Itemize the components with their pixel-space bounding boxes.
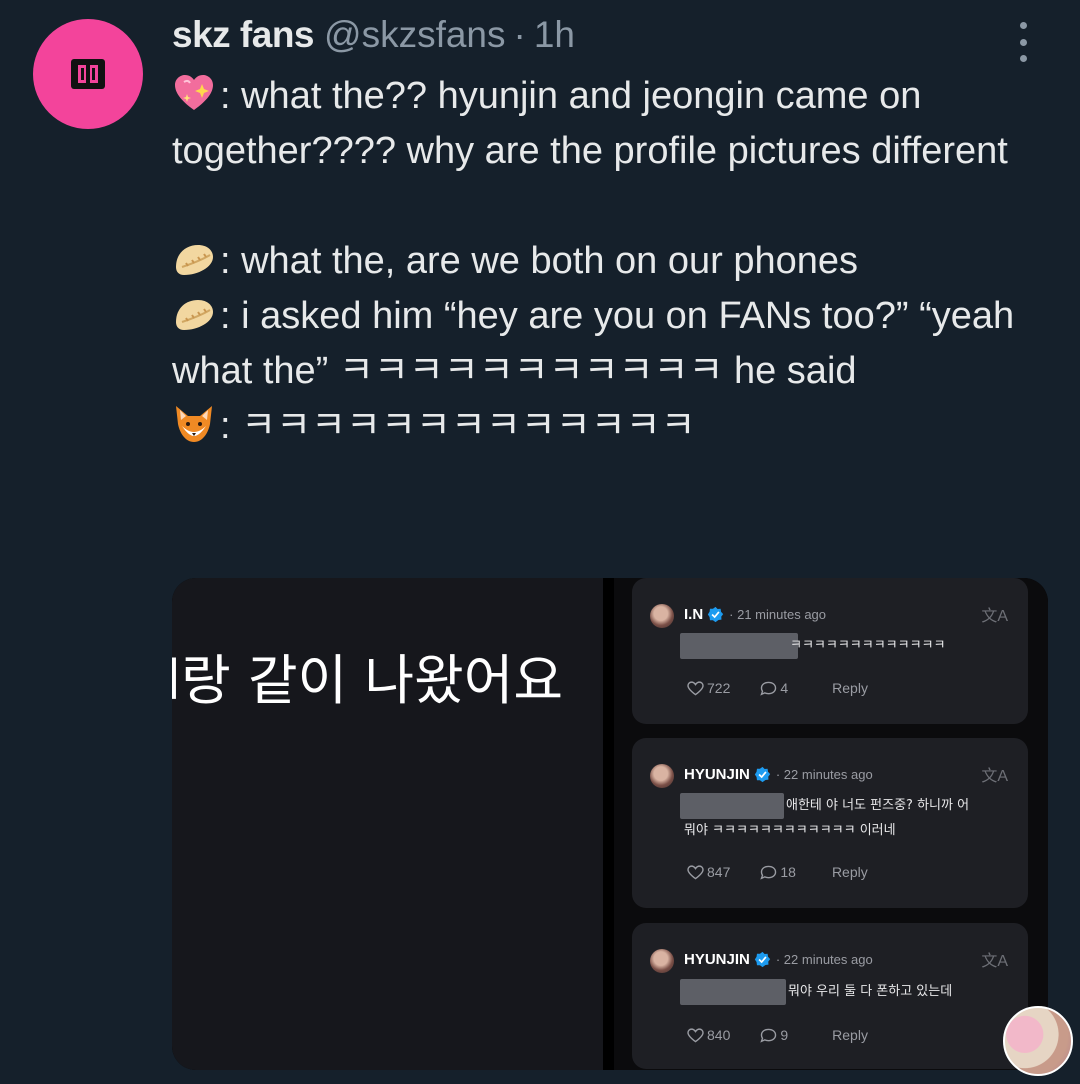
verified-badge-icon [754,951,771,968]
commenter-name: I.N · 21 minutes ago [684,606,826,623]
comment-body: 애한테 야 너도 펀즈중? 하니까 어 [786,793,969,818]
comment-line: 애한테 야 너도 펀즈중? 하니까 어 [786,798,970,813]
tweet-timestamp[interactable]: 1h [534,14,575,56]
like-button[interactable]: 722 [687,680,730,696]
tweet-media[interactable]: l랑 같이 나왔어요 I.N · 21 minutes ago 文A ㅋㅋㅋㅋㅋ… [172,578,1048,1070]
media-divider [603,578,614,1070]
commenter-name: HYUNJIN · 22 minutes ago [684,766,873,783]
reply-count-button[interactable]: 4 [760,680,788,696]
heart-icon [687,680,704,695]
fox-icon [172,402,216,446]
comment-time: · 22 minutes ago [775,952,873,967]
brand-logo-icon [71,59,105,89]
comment-card: HYUNJIN · 22 minutes ago 文A 뭐야 우리 둘 다 폰하… [632,923,1028,1069]
heart-icon [687,864,704,879]
commenter-username: HYUNJIN [684,951,750,968]
commenter-name: HYUNJIN · 22 minutes ago [684,951,873,968]
user-handle[interactable]: @skzsfans [324,14,506,56]
tweet-text: : what the?? hyunjin and jeongin came on… [172,69,1052,454]
comment-time: · 21 minutes ago [729,607,827,622]
comment-body: ㅋㅋㅋㅋㅋㅋㅋㅋㅋㅋㅋㅋㅋ [790,633,945,658]
commenter-username: I.N [684,606,704,623]
comment-card: I.N · 21 minutes ago 文A ㅋㅋㅋㅋㅋㅋㅋㅋㅋㅋㅋㅋㅋ 72… [632,578,1028,724]
like-button[interactable]: 840 [687,1027,730,1043]
reply-count: 9 [780,1027,789,1043]
image-caption-text: l랑 같이 나왔어요 [172,649,564,712]
tweet-paragraph: : what the, are we both on our phones [172,234,1052,289]
tweet-paragraph: : ㅋㅋㅋㅋㅋㅋㅋㅋㅋㅋㅋㅋㅋ [172,399,1052,454]
comment-actions: 722 4 Reply [687,680,868,696]
like-count: 847 [707,864,731,880]
tweet-paragraph-text: : i asked him “hey are you on FANs too?”… [172,295,1015,392]
sparkling-heart-icon [172,72,216,116]
comment-card: HYUNJIN · 22 minutes ago 文A 애한테 야 너도 펀즈중… [632,738,1028,908]
comment-actions: 847 18 Reply [687,864,868,880]
redacted-mention [680,793,784,819]
verified-badge-icon [754,766,771,783]
translate-icon[interactable]: 文A [981,947,1008,971]
translate-icon[interactable]: 文A [981,762,1008,786]
commenter-avatar [650,949,674,973]
verified-badge-icon [708,606,724,623]
tweet-paragraph-text: : what the, are we both on our phones [220,240,858,282]
commenter-avatar [650,764,674,788]
translate-icon[interactable]: 文A [981,602,1008,626]
reply-count: 18 [780,864,796,880]
comment-time: · 22 minutes ago [775,767,873,782]
heart-icon [687,1027,704,1042]
display-name[interactable]: skz fans [172,14,315,56]
tweet-paragraph: : i asked him “hey are you on FANs too?”… [172,289,1052,399]
comment-body: 뭐야 우리 둘 다 폰하고 있는데 [788,979,952,1004]
header-separator: · [513,14,526,55]
more-options-icon[interactable] [1010,22,1036,62]
redacted-mention [680,633,798,659]
dumpling-icon [172,237,216,281]
reply-count: 4 [780,680,789,696]
profile-avatar[interactable] [33,19,143,129]
like-count: 840 [707,1027,731,1043]
commenter-username: HYUNJIN [684,766,750,783]
comment-body: 뭐야 ㅋㅋㅋㅋㅋㅋㅋㅋㅋㅋㅋㅋ 이러네 [684,818,896,843]
dumpling-icon [172,292,216,336]
reply-button[interactable]: Reply [832,1027,868,1043]
reply-button[interactable]: Reply [832,864,868,880]
comment-actions: 840 9 Reply [687,1027,868,1043]
like-button[interactable]: 847 [687,864,730,880]
viewer-avatar[interactable] [1003,1006,1073,1076]
media-image-right[interactable]: I.N · 21 minutes ago 文A ㅋㅋㅋㅋㅋㅋㅋㅋㅋㅋㅋㅋㅋ 72… [614,578,1048,1070]
tweet-paragraph-text: : what the?? hyunjin and jeongin came on… [172,75,1008,172]
commenter-avatar [650,604,674,628]
redacted-mention [680,979,786,1005]
comment-bubble-icon [760,865,777,880]
reply-count-button[interactable]: 9 [760,1027,788,1043]
tweet-header: skz fans @skzsfans · 1h [172,14,575,62]
comment-line: ㅋㅋㅋㅋㅋㅋㅋㅋㅋㅋㅋㅋㅋ [790,638,946,653]
comment-bubble-icon [760,1028,777,1043]
media-image-left[interactable]: l랑 같이 나왔어요 [172,578,603,1070]
comment-line: 뭐야 우리 둘 다 폰하고 있는데 [788,984,953,999]
reply-count-button[interactable]: 18 [760,864,796,880]
tweet-paragraph-text: : ㅋㅋㅋㅋㅋㅋㅋㅋㅋㅋㅋㅋㅋ [220,405,696,447]
like-count: 722 [707,680,731,696]
tweet-paragraph: : what the?? hyunjin and jeongin came on… [172,69,1052,179]
reply-button[interactable]: Reply [832,680,868,696]
comment-line: 뭐야 ㅋㅋㅋㅋㅋㅋㅋㅋㅋㅋㅋㅋ 이러네 [684,823,896,838]
comment-bubble-icon [760,681,777,696]
